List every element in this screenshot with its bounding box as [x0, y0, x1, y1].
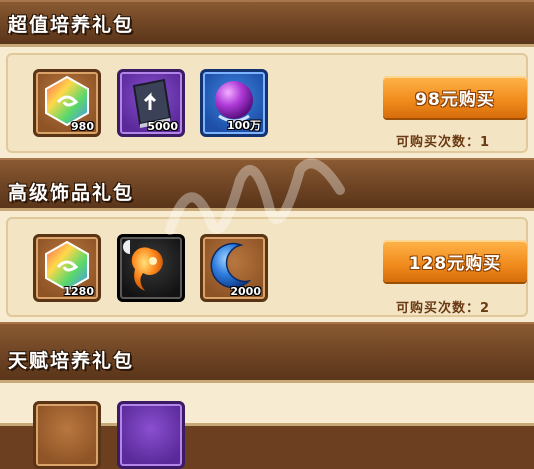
package-panel-2: 1280 2000 128元购买 可购买次数：2 [0, 208, 534, 326]
package-panel-3 [0, 380, 534, 469]
section-header-3: 天赋培养礼包 [0, 322, 534, 382]
section-header-1: 超值培养礼包 [0, 0, 534, 46]
orange-magatama-icon [131, 247, 163, 291]
buy-button[interactable]: 98元购买 [383, 76, 527, 118]
item-slot[interactable] [33, 401, 101, 469]
item-slot[interactable]: 100万 [200, 69, 268, 137]
item-quantity: 100万 [227, 119, 261, 132]
item-slot[interactable]: 1280 [33, 234, 101, 302]
section-title: 高级饰品礼包 [8, 182, 135, 204]
section-title: 天赋培养礼包 [8, 350, 135, 372]
item-slot[interactable]: 2000 [200, 234, 268, 302]
buy-button[interactable]: 128元购买 [383, 240, 527, 282]
purchase-count: 可购买次数：1 [396, 135, 491, 150]
purchase-count: 可购买次数：2 [396, 301, 491, 316]
item-quantity: 2000 [230, 285, 261, 298]
section-header-2: 高级饰品礼包 [0, 158, 534, 210]
item-slot[interactable]: 980 [33, 69, 101, 137]
item-slot[interactable] [117, 401, 185, 469]
section-title: 超值培养礼包 [8, 14, 135, 36]
item-quantity: 1280 [63, 285, 94, 298]
item-quantity: 5000 [147, 120, 178, 133]
item-quantity: 980 [71, 120, 94, 133]
item-slot[interactable]: 5000 [117, 69, 185, 137]
item-slot[interactable] [117, 234, 185, 302]
package-panel-1: 980 5000 100万 98元购买 可购买次数：1 [0, 44, 534, 162]
